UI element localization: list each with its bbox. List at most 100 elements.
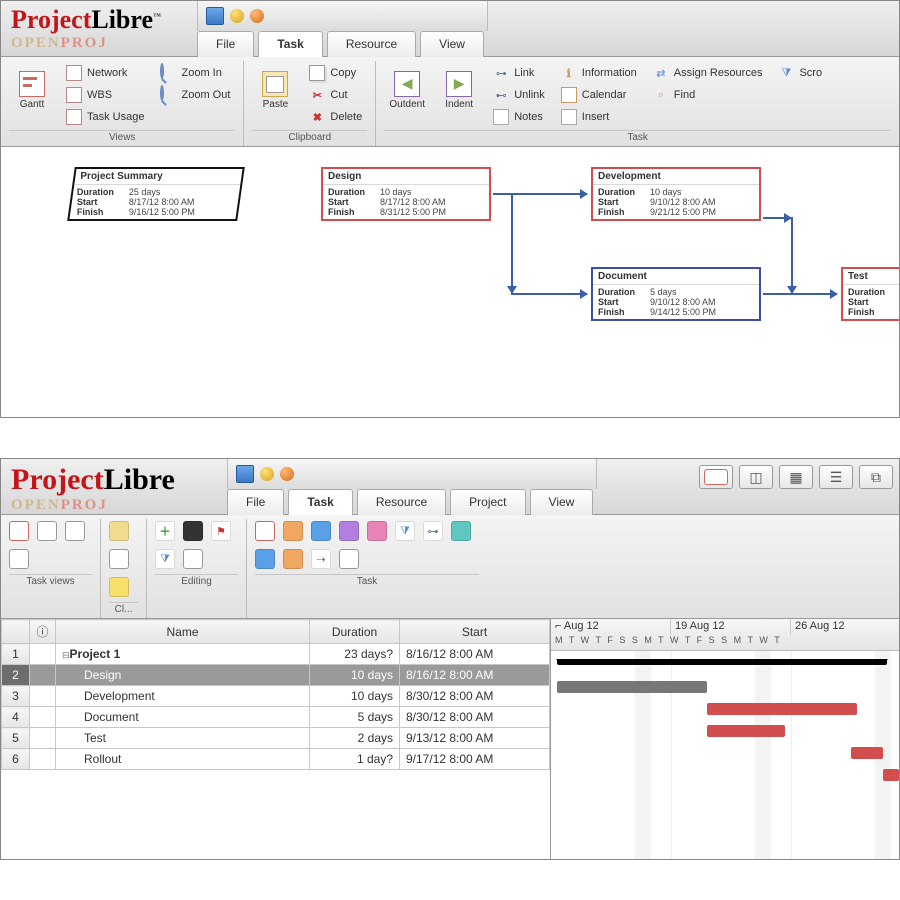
row-number[interactable]: 6 bbox=[2, 749, 30, 770]
link-icon[interactable] bbox=[311, 521, 331, 541]
cell-duration[interactable]: 10 days bbox=[310, 686, 400, 707]
zoom-out-button[interactable]: Zoom Out bbox=[155, 85, 235, 105]
cell-start[interactable]: 8/16/12 8:00 AM bbox=[400, 665, 550, 686]
cell-start[interactable]: 8/16/12 8:00 AM bbox=[400, 644, 550, 665]
cell-name[interactable]: Document bbox=[56, 707, 310, 728]
insert-icon[interactable] bbox=[255, 549, 275, 569]
scroll-to-task-button[interactable]: ⧩Scro bbox=[773, 63, 827, 83]
cell-info[interactable] bbox=[30, 686, 56, 707]
zoom-in-button[interactable]: Zoom In bbox=[155, 63, 235, 83]
cell-info[interactable] bbox=[30, 749, 56, 770]
cell-duration[interactable]: 23 days? bbox=[310, 644, 400, 665]
bar-rollout[interactable] bbox=[883, 769, 899, 781]
table-row[interactable]: 4 Document5 days8/30/12 8:00 AM bbox=[2, 707, 550, 728]
gantt-chart[interactable]: ⌐ Aug 12 19 Aug 12 26 Aug 12 M T W T F S… bbox=[551, 619, 899, 859]
node-project-summary[interactable]: Project Summary Duration25 days Start8/1… bbox=[67, 167, 245, 221]
menu-file[interactable]: File bbox=[227, 489, 284, 515]
table-row[interactable]: 5 Test2 days9/13/12 8:00 AM bbox=[2, 728, 550, 749]
cell-duration[interactable]: 1 day? bbox=[310, 749, 400, 770]
col-duration[interactable]: Duration bbox=[310, 620, 400, 644]
link-button[interactable]: ⊶Link bbox=[488, 63, 550, 83]
paste-button[interactable]: Paste bbox=[252, 63, 298, 117]
unlink-button[interactable]: ⊷Unlink bbox=[488, 85, 550, 105]
redo-icon[interactable] bbox=[280, 467, 294, 481]
node-document[interactable]: Document Duration5 days Start9/10/12 8:0… bbox=[591, 267, 761, 321]
view-resources-button[interactable]: ☰ bbox=[819, 465, 853, 489]
undo-icon[interactable] bbox=[230, 9, 244, 23]
bar-design[interactable] bbox=[557, 681, 707, 693]
cell-start[interactable]: 8/30/12 8:00 AM bbox=[400, 686, 550, 707]
calendar-button[interactable]: Calendar bbox=[556, 85, 642, 105]
menu-resource[interactable]: Resource bbox=[357, 489, 446, 515]
menu-task[interactable]: Task bbox=[258, 31, 322, 57]
cut-button[interactable]: ✂Cut bbox=[304, 85, 367, 105]
cell-info[interactable] bbox=[30, 728, 56, 749]
menu-resource[interactable]: Resource bbox=[327, 31, 416, 57]
gantt-button[interactable]: Gantt bbox=[9, 63, 55, 117]
copy-icon[interactable] bbox=[109, 549, 129, 569]
table-row[interactable]: 1 ⊟Project 123 days?8/16/12 8:00 AM bbox=[2, 644, 550, 665]
cell-info[interactable] bbox=[30, 665, 56, 686]
information-button[interactable]: ℹInformation bbox=[556, 63, 642, 83]
find-button[interactable]: ⌕Find bbox=[648, 85, 768, 105]
view-gantt-button[interactable] bbox=[699, 465, 733, 489]
menu-project[interactable]: Project bbox=[450, 489, 525, 515]
assign-resources-button[interactable]: ⇄Assign Resources bbox=[648, 63, 768, 83]
cell-start[interactable]: 8/30/12 8:00 AM bbox=[400, 707, 550, 728]
save-icon[interactable] bbox=[236, 465, 254, 483]
bar-document[interactable] bbox=[707, 725, 785, 737]
cell-duration[interactable]: 10 days bbox=[310, 665, 400, 686]
cell-info[interactable] bbox=[30, 644, 56, 665]
outdent-icon[interactable] bbox=[255, 521, 275, 541]
outline-toggle-icon[interactable]: ⊟ bbox=[62, 650, 70, 660]
outdent-button[interactable]: Outdent bbox=[384, 63, 430, 117]
view-usage-button[interactable]: ⧉ bbox=[859, 465, 893, 489]
cell-name[interactable]: ⊟Project 1 bbox=[56, 644, 310, 665]
cut-icon[interactable] bbox=[109, 577, 129, 597]
bar-project-summary[interactable] bbox=[557, 659, 887, 665]
save-icon[interactable] bbox=[206, 7, 224, 25]
indent-icon[interactable] bbox=[283, 521, 303, 541]
copy-button[interactable]: Copy bbox=[304, 63, 367, 83]
notes-button[interactable]: Notes bbox=[488, 107, 550, 127]
col-start[interactable]: Start bbox=[400, 620, 550, 644]
cell-start[interactable]: 9/17/12 8:00 AM bbox=[400, 749, 550, 770]
scroll-icon[interactable] bbox=[283, 549, 303, 569]
person-icon[interactable] bbox=[183, 521, 203, 541]
bar-development[interactable] bbox=[707, 703, 857, 715]
task-sheet[interactable]: ⓘ Name Duration Start 1⊟Project 123 days… bbox=[1, 619, 551, 859]
row-number[interactable]: 2 bbox=[2, 665, 30, 686]
task-usage-button[interactable]: Task Usage bbox=[61, 107, 149, 127]
assign-icon[interactable] bbox=[451, 521, 471, 541]
col-rownum[interactable] bbox=[2, 620, 30, 644]
split-icon[interactable]: ⇢ bbox=[311, 549, 331, 569]
node-design[interactable]: Design Duration10 days Start8/17/12 8:00… bbox=[321, 167, 491, 221]
row-number[interactable]: 5 bbox=[2, 728, 30, 749]
notes-icon[interactable]: ⊶ bbox=[423, 521, 443, 541]
cell-duration[interactable]: 2 days bbox=[310, 728, 400, 749]
network-icon[interactable] bbox=[37, 521, 57, 541]
flag-icon[interactable]: ⚑ bbox=[211, 521, 231, 541]
cell-start[interactable]: 9/13/12 8:00 AM bbox=[400, 728, 550, 749]
menu-view[interactable]: View bbox=[420, 31, 484, 57]
cell-duration[interactable]: 5 days bbox=[310, 707, 400, 728]
menu-task[interactable]: Task bbox=[288, 489, 352, 515]
gantt-icon[interactable] bbox=[9, 521, 29, 541]
bar-test[interactable] bbox=[851, 747, 883, 759]
cell-name[interactable]: Test bbox=[56, 728, 310, 749]
delete-button[interactable]: ✖Delete bbox=[304, 107, 367, 127]
row-number[interactable]: 4 bbox=[2, 707, 30, 728]
row-number[interactable]: 1 bbox=[2, 644, 30, 665]
paste-icon[interactable] bbox=[109, 521, 129, 541]
find-icon[interactable] bbox=[183, 549, 203, 569]
calendar-icon[interactable]: ⧩ bbox=[395, 521, 415, 541]
cell-name[interactable]: Development bbox=[56, 686, 310, 707]
network-button[interactable]: Network bbox=[61, 63, 149, 83]
wbs-button[interactable]: WBS bbox=[61, 85, 149, 105]
table-row[interactable]: 3Development10 days8/30/12 8:00 AM bbox=[2, 686, 550, 707]
indent-button[interactable]: Indent bbox=[436, 63, 482, 117]
view-wbs-button[interactable]: ▦ bbox=[779, 465, 813, 489]
gantt-body[interactable] bbox=[551, 651, 899, 859]
cell-name[interactable]: Design bbox=[56, 665, 310, 686]
view-network-button[interactable]: ◫ bbox=[739, 465, 773, 489]
